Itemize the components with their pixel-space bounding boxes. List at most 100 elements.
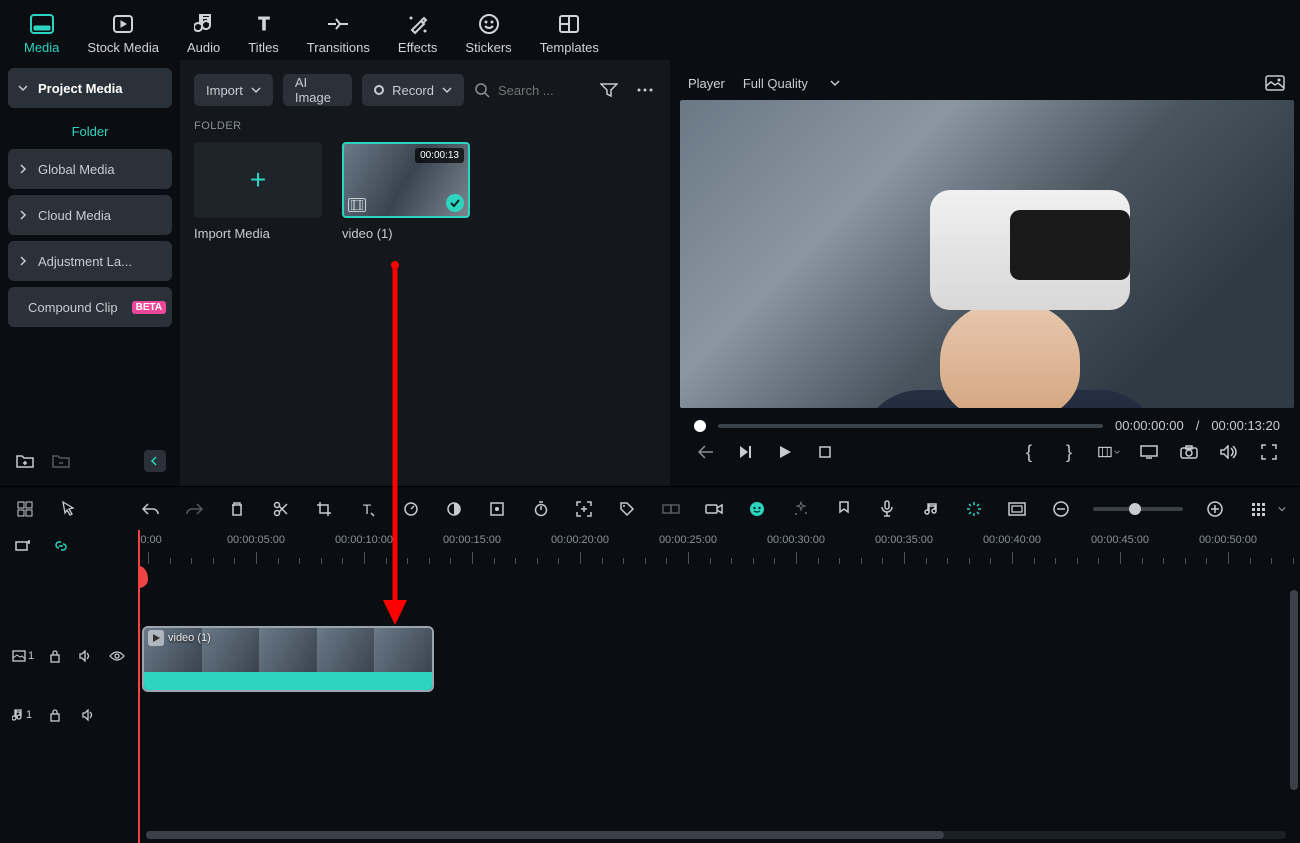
camera-button[interactable] bbox=[703, 498, 724, 520]
undo-button[interactable] bbox=[140, 498, 161, 520]
tab-effects[interactable]: Effects bbox=[398, 8, 438, 55]
tab-templates[interactable]: Templates bbox=[540, 8, 599, 55]
lock-icon[interactable] bbox=[46, 645, 65, 667]
add-track-button[interactable] bbox=[12, 535, 34, 557]
ratio-button[interactable] bbox=[1007, 498, 1028, 520]
ai-image-button[interactable]: AI Image bbox=[283, 74, 352, 106]
search-input[interactable] bbox=[498, 83, 588, 98]
sidebar-item-cloud-media[interactable]: Cloud Media bbox=[8, 195, 172, 235]
picture-icon[interactable] bbox=[1264, 72, 1286, 94]
collapse-sidebar-button[interactable] bbox=[144, 450, 166, 472]
sparkle-button[interactable] bbox=[790, 498, 811, 520]
timeline-clip[interactable]: video (1) bbox=[142, 626, 434, 692]
enhance-button[interactable] bbox=[963, 498, 984, 520]
ai-button[interactable] bbox=[747, 498, 768, 520]
display-button[interactable] bbox=[1138, 441, 1160, 463]
step-forward-button[interactable] bbox=[734, 441, 756, 463]
media-clip-thumbnail[interactable]: 00:00:13 bbox=[342, 142, 470, 218]
time-separator: / bbox=[1196, 418, 1200, 433]
mute-icon[interactable] bbox=[78, 704, 100, 726]
sidebar-item-project-media[interactable]: Project Media bbox=[8, 68, 172, 108]
stock-media-icon bbox=[111, 12, 135, 36]
link-button[interactable] bbox=[50, 535, 72, 557]
lock-icon[interactable] bbox=[44, 704, 66, 726]
volume-button[interactable] bbox=[1218, 441, 1240, 463]
remove-folder-icon[interactable] bbox=[50, 450, 72, 472]
sidebar-item-global-media[interactable]: Global Media bbox=[8, 149, 172, 189]
adjust-button[interactable] bbox=[487, 498, 508, 520]
track-view-icon[interactable] bbox=[1248, 498, 1270, 520]
tab-transitions[interactable]: Transitions bbox=[307, 8, 370, 55]
cursor-icon[interactable] bbox=[57, 498, 78, 520]
ruler-label: 00:00:15:00 bbox=[443, 534, 501, 546]
sidebar-item-compound-clip[interactable]: Compound Clip BETA bbox=[8, 287, 172, 327]
tab-titles[interactable]: T Titles bbox=[248, 8, 279, 55]
chevron-down-icon bbox=[1278, 505, 1286, 513]
zoom-in-button[interactable] bbox=[1205, 498, 1226, 520]
quality-dropdown[interactable]: Full Quality bbox=[743, 76, 840, 91]
delete-button[interactable] bbox=[227, 498, 248, 520]
ruler-label: 00:00:35:00 bbox=[875, 534, 933, 546]
mark-in-button[interactable]: { bbox=[1018, 441, 1040, 463]
mic-button[interactable] bbox=[877, 498, 898, 520]
new-folder-icon[interactable] bbox=[14, 450, 36, 472]
split-button[interactable] bbox=[270, 498, 291, 520]
crop-fit-button[interactable] bbox=[1098, 441, 1120, 463]
zoom-knob[interactable] bbox=[1129, 503, 1141, 515]
beta-badge: BETA bbox=[132, 301, 166, 314]
redo-button[interactable] bbox=[183, 498, 204, 520]
snapshot-button[interactable] bbox=[1178, 441, 1200, 463]
speed-button[interactable] bbox=[400, 498, 421, 520]
import-media-tile[interactable]: + bbox=[194, 142, 322, 218]
mark-out-button[interactable]: } bbox=[1058, 441, 1080, 463]
current-time: 00:00:00:00 bbox=[1115, 418, 1184, 433]
marker-button[interactable] bbox=[833, 498, 854, 520]
tab-stock-media[interactable]: Stock Media bbox=[87, 8, 159, 55]
group-button[interactable] bbox=[660, 498, 681, 520]
sidebar-cloud-media-label: Cloud Media bbox=[38, 208, 111, 223]
ruler-label: 00:00:20:00 bbox=[551, 534, 609, 546]
svg-text:T: T bbox=[258, 14, 269, 34]
play-button[interactable] bbox=[774, 441, 796, 463]
vertical-scrollbar[interactable] bbox=[1290, 590, 1298, 790]
playhead[interactable] bbox=[138, 530, 140, 843]
record-button[interactable]: Record bbox=[362, 74, 464, 106]
tab-audio[interactable]: Audio bbox=[187, 8, 220, 55]
record-dot-icon bbox=[374, 85, 384, 95]
audio-track-head[interactable]: 1 bbox=[0, 692, 138, 738]
layout-icon[interactable] bbox=[14, 498, 35, 520]
visibility-icon[interactable] bbox=[107, 645, 126, 667]
color-button[interactable] bbox=[443, 498, 464, 520]
sidebar-item-adjustment-layer[interactable]: Adjustment La... bbox=[8, 241, 172, 281]
fullscreen-button[interactable] bbox=[1258, 441, 1280, 463]
video-track-row[interactable]: video (1) bbox=[138, 624, 1300, 696]
chevron-down-icon bbox=[1114, 448, 1120, 456]
keyframe-button[interactable] bbox=[573, 498, 594, 520]
timeline-ruler[interactable]: 00:0000:00:05:0000:00:10:0000:00:15:0000… bbox=[138, 530, 1300, 566]
import-button[interactable]: Import bbox=[194, 74, 273, 106]
audio-track-row[interactable] bbox=[138, 696, 1300, 742]
filter-icon[interactable] bbox=[598, 79, 620, 101]
video-preview[interactable] bbox=[680, 100, 1294, 408]
quality-value: Full Quality bbox=[743, 76, 808, 91]
tag-button[interactable] bbox=[617, 498, 638, 520]
zoom-out-button[interactable] bbox=[1050, 498, 1071, 520]
stop-button[interactable] bbox=[814, 441, 836, 463]
sidebar-folder-label[interactable]: Folder bbox=[8, 114, 172, 149]
crop-button[interactable] bbox=[313, 498, 334, 520]
zoom-slider[interactable] bbox=[1093, 507, 1182, 511]
tab-stickers[interactable]: Stickers bbox=[465, 8, 511, 55]
progress-handle[interactable] bbox=[694, 420, 706, 432]
music-button[interactable] bbox=[920, 498, 941, 520]
video-track-head[interactable]: 1 bbox=[0, 620, 138, 692]
more-icon[interactable] bbox=[634, 79, 656, 101]
timer-button[interactable] bbox=[530, 498, 551, 520]
mute-icon[interactable] bbox=[77, 645, 96, 667]
chevron-down-icon bbox=[830, 78, 840, 88]
prev-frame-button[interactable] bbox=[694, 441, 716, 463]
horizontal-scrollbar[interactable] bbox=[146, 831, 1286, 839]
tab-media[interactable]: Media bbox=[24, 8, 59, 55]
tab-effects-label: Effects bbox=[398, 40, 438, 55]
text-button[interactable]: T bbox=[357, 498, 378, 520]
progress-track[interactable] bbox=[718, 424, 1103, 428]
